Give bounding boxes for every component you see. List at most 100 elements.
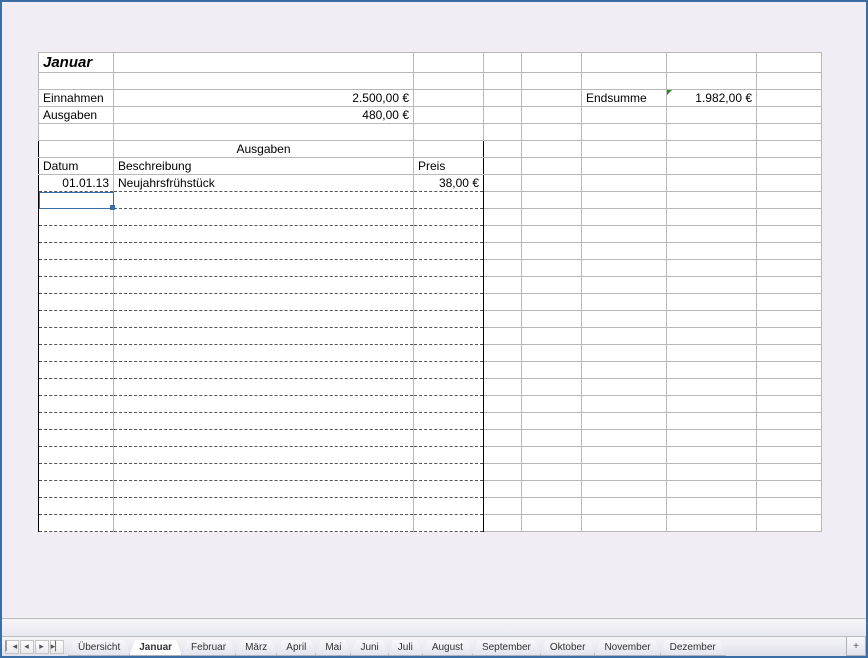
cell[interactable] bbox=[39, 260, 114, 277]
col-header-datum[interactable]: Datum bbox=[39, 158, 114, 175]
month-title[interactable]: Januar bbox=[39, 53, 114, 73]
cell[interactable] bbox=[39, 498, 114, 515]
cell[interactable] bbox=[414, 90, 484, 107]
cell[interactable] bbox=[582, 447, 667, 464]
tab-november[interactable]: November bbox=[594, 640, 660, 656]
cell[interactable] bbox=[522, 192, 582, 209]
cell[interactable] bbox=[414, 396, 484, 413]
cell[interactable] bbox=[114, 260, 414, 277]
cell[interactable] bbox=[39, 447, 114, 464]
cell[interactable] bbox=[582, 413, 667, 430]
cell[interactable] bbox=[414, 243, 484, 260]
cell[interactable] bbox=[39, 396, 114, 413]
cell[interactable] bbox=[484, 141, 522, 158]
cell[interactable] bbox=[667, 430, 757, 447]
cell[interactable] bbox=[114, 345, 414, 362]
cell[interactable] bbox=[414, 107, 484, 124]
cell[interactable] bbox=[522, 464, 582, 481]
cell[interactable] bbox=[757, 243, 822, 260]
cell[interactable] bbox=[484, 430, 522, 447]
cell[interactable] bbox=[39, 73, 114, 90]
cell[interactable] bbox=[39, 243, 114, 260]
cell[interactable] bbox=[484, 73, 522, 90]
cell[interactable] bbox=[582, 430, 667, 447]
cell[interactable] bbox=[39, 328, 114, 345]
cell[interactable] bbox=[414, 294, 484, 311]
cell[interactable] bbox=[114, 226, 414, 243]
cell[interactable] bbox=[39, 481, 114, 498]
cell[interactable] bbox=[484, 481, 522, 498]
cell[interactable] bbox=[114, 209, 414, 226]
cell[interactable] bbox=[39, 362, 114, 379]
entry-desc[interactable]: Neujahrsfrühstück bbox=[114, 175, 414, 192]
cell[interactable] bbox=[582, 226, 667, 243]
cell[interactable] bbox=[757, 311, 822, 328]
cell[interactable] bbox=[414, 464, 484, 481]
cell[interactable] bbox=[757, 260, 822, 277]
cell[interactable] bbox=[114, 498, 414, 515]
cell[interactable] bbox=[757, 447, 822, 464]
cell[interactable] bbox=[114, 447, 414, 464]
cell[interactable] bbox=[667, 481, 757, 498]
cell[interactable] bbox=[667, 447, 757, 464]
entry-date[interactable]: 01.01.13 bbox=[39, 175, 114, 192]
cell[interactable] bbox=[114, 430, 414, 447]
tab-februar[interactable]: Februar bbox=[181, 640, 236, 656]
cell[interactable] bbox=[484, 447, 522, 464]
cell[interactable] bbox=[757, 328, 822, 345]
tab-nav-first-icon[interactable]: ▏◂ bbox=[5, 640, 19, 654]
tab-april[interactable]: April bbox=[276, 640, 316, 656]
tab-september[interactable]: September bbox=[472, 640, 541, 656]
cell[interactable] bbox=[522, 53, 582, 73]
cell[interactable] bbox=[114, 53, 414, 73]
cell[interactable] bbox=[522, 209, 582, 226]
cell[interactable] bbox=[39, 345, 114, 362]
cell[interactable] bbox=[757, 413, 822, 430]
cell[interactable] bbox=[757, 209, 822, 226]
cell[interactable] bbox=[757, 107, 822, 124]
cell[interactable] bbox=[582, 464, 667, 481]
cell[interactable] bbox=[667, 243, 757, 260]
detail-section-header[interactable]: Ausgaben bbox=[114, 141, 414, 158]
tab-add-button[interactable]: + bbox=[846, 637, 866, 656]
cell[interactable] bbox=[39, 379, 114, 396]
cell[interactable] bbox=[757, 53, 822, 73]
tab-nav-next-icon[interactable]: ▸ bbox=[35, 640, 49, 654]
cell[interactable] bbox=[114, 124, 414, 141]
tab-juni[interactable]: Juni bbox=[350, 640, 388, 656]
cell[interactable] bbox=[522, 311, 582, 328]
cell[interactable] bbox=[414, 192, 484, 209]
cell[interactable] bbox=[757, 345, 822, 362]
tab-dezember[interactable]: Dezember bbox=[660, 640, 726, 656]
cell[interactable] bbox=[582, 311, 667, 328]
cell[interactable] bbox=[667, 328, 757, 345]
cell[interactable] bbox=[414, 362, 484, 379]
cell[interactable] bbox=[757, 124, 822, 141]
cell[interactable] bbox=[484, 311, 522, 328]
cell[interactable] bbox=[667, 413, 757, 430]
worksheet-area[interactable]: Januar Einnahmen 2.500,00 € Endsumme 1.9… bbox=[2, 2, 866, 618]
col-header-beschreibung[interactable]: Beschreibung bbox=[114, 158, 414, 175]
cell[interactable] bbox=[667, 226, 757, 243]
cell[interactable] bbox=[414, 209, 484, 226]
cell[interactable] bbox=[582, 243, 667, 260]
cell[interactable] bbox=[114, 464, 414, 481]
selected-cell[interactable] bbox=[39, 192, 114, 209]
cell[interactable] bbox=[522, 430, 582, 447]
cell[interactable] bbox=[39, 124, 114, 141]
cell[interactable] bbox=[484, 124, 522, 141]
cell[interactable] bbox=[522, 362, 582, 379]
cell[interactable] bbox=[522, 124, 582, 141]
cell[interactable] bbox=[522, 90, 582, 107]
cell[interactable] bbox=[582, 498, 667, 515]
cell[interactable] bbox=[484, 362, 522, 379]
cell[interactable] bbox=[582, 379, 667, 396]
cell[interactable] bbox=[757, 90, 822, 107]
spreadsheet-grid[interactable]: Januar Einnahmen 2.500,00 € Endsumme 1.9… bbox=[38, 52, 822, 532]
cell[interactable] bbox=[484, 345, 522, 362]
cell[interactable] bbox=[757, 362, 822, 379]
cell[interactable] bbox=[522, 107, 582, 124]
cell[interactable] bbox=[757, 175, 822, 192]
cell[interactable] bbox=[757, 379, 822, 396]
cell[interactable] bbox=[667, 464, 757, 481]
